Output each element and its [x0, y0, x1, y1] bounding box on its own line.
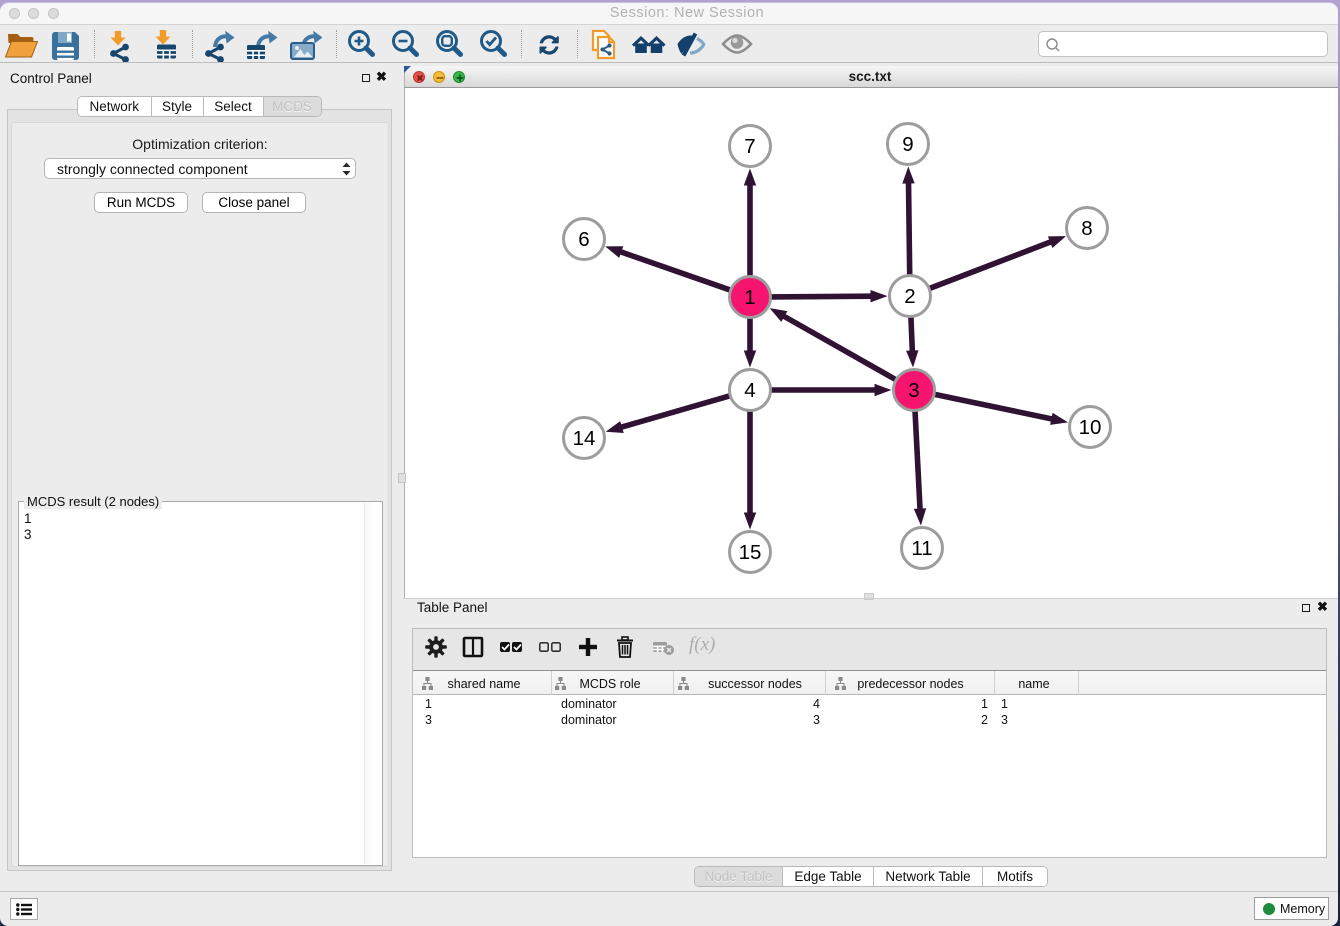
svg-text:7: 7 — [744, 135, 755, 158]
svg-text:10: 10 — [1079, 416, 1102, 439]
svg-text:4: 4 — [744, 379, 755, 402]
svg-text:15: 15 — [739, 541, 762, 564]
svg-text:9: 9 — [902, 133, 913, 156]
svg-text:11: 11 — [911, 537, 932, 560]
svg-text:1: 1 — [744, 286, 755, 309]
svg-text:2: 2 — [904, 285, 915, 308]
svg-text:8: 8 — [1081, 217, 1092, 240]
svg-text:3: 3 — [908, 379, 919, 402]
svg-text:6: 6 — [578, 228, 589, 251]
svg-text:14: 14 — [573, 427, 596, 450]
